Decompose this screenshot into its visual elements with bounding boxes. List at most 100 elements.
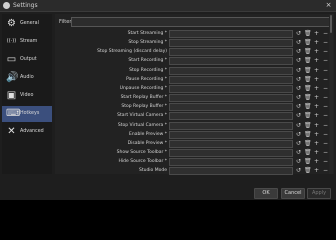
revert-icon[interactable]: ↺	[295, 102, 302, 111]
hotkey-input[interactable]	[169, 39, 293, 48]
trash-icon[interactable]: 🗑	[304, 47, 312, 56]
revert-icon[interactable]: ↺	[295, 121, 302, 130]
trash-icon[interactable]: 🗑	[304, 157, 312, 166]
minus-icon[interactable]: −	[322, 139, 329, 148]
minus-icon[interactable]: −	[322, 102, 329, 111]
revert-icon[interactable]: ↺	[295, 166, 302, 175]
scrollbar-thumb[interactable]	[330, 15, 332, 33]
minus-icon[interactable]: −	[322, 148, 329, 157]
plus-icon[interactable]: +	[313, 148, 320, 157]
plus-icon[interactable]: +	[313, 47, 320, 56]
hotkey-row: Stop Replay Buffer * ↺ 🗑 + −	[55, 102, 334, 112]
hotkey-input[interactable]	[169, 94, 293, 103]
minus-icon[interactable]: −	[322, 66, 329, 75]
hotkey-input[interactable]	[169, 121, 293, 130]
hotkey-input[interactable]	[169, 66, 293, 75]
revert-icon[interactable]: ↺	[295, 130, 302, 139]
sidebar-item-advanced[interactable]: ✕ Advanced	[2, 124, 52, 140]
plus-icon[interactable]: +	[313, 121, 320, 130]
revert-icon[interactable]: ↺	[295, 111, 302, 120]
revert-icon[interactable]: ↺	[295, 38, 302, 47]
plus-icon[interactable]: +	[313, 29, 320, 38]
hotkey-input[interactable]	[169, 57, 293, 66]
trash-icon[interactable]: 🗑	[304, 111, 312, 120]
trash-icon[interactable]: 🗑	[304, 148, 312, 157]
minus-icon[interactable]: −	[322, 157, 329, 166]
sidebar-item-output[interactable]: ▭ Output	[2, 52, 52, 68]
trash-icon[interactable]: 🗑	[304, 84, 312, 93]
trash-icon[interactable]: 🗑	[304, 139, 312, 148]
revert-icon[interactable]: ↺	[295, 56, 302, 65]
revert-icon[interactable]: ↺	[295, 84, 302, 93]
plus-icon[interactable]: +	[313, 38, 320, 47]
sidebar-item-general[interactable]: ⚙ General	[2, 16, 52, 32]
sidebar-item-stream[interactable]: ((·)) Stream	[2, 34, 52, 50]
sidebar-item-audio[interactable]: 🔊 Audio	[2, 70, 52, 86]
ok-button[interactable]: OK	[254, 188, 278, 199]
hotkey-input[interactable]	[169, 167, 293, 176]
minus-icon[interactable]: −	[322, 75, 329, 84]
revert-icon[interactable]: ↺	[295, 47, 302, 56]
obs-app-icon	[3, 2, 10, 9]
cancel-button[interactable]: Cancel	[281, 188, 305, 199]
trash-icon[interactable]: 🗑	[304, 75, 312, 84]
plus-icon[interactable]: +	[313, 93, 320, 102]
hotkey-input[interactable]	[169, 139, 293, 148]
plus-icon[interactable]: +	[313, 139, 320, 148]
apply-button[interactable]: Apply	[307, 188, 331, 199]
hotkey-row: Show Source Toolbar * ↺ 🗑 + −	[55, 148, 334, 157]
revert-icon[interactable]: ↺	[295, 157, 302, 166]
plus-icon[interactable]: +	[313, 84, 320, 93]
trash-icon[interactable]: 🗑	[304, 121, 312, 130]
plus-icon[interactable]: +	[313, 157, 320, 166]
sidebar-item-hotkeys[interactable]: ⌨ Hotkeys	[2, 106, 52, 122]
revert-icon[interactable]: ↺	[295, 139, 302, 148]
trash-icon[interactable]: 🗑	[304, 38, 312, 47]
revert-icon[interactable]: ↺	[295, 75, 302, 84]
plus-icon[interactable]: +	[313, 66, 320, 75]
trash-icon[interactable]: 🗑	[304, 102, 312, 111]
minus-icon[interactable]: −	[322, 84, 329, 93]
hotkey-input[interactable]	[169, 75, 293, 84]
revert-icon[interactable]: ↺	[295, 93, 302, 102]
minus-icon[interactable]: −	[322, 56, 329, 65]
trash-icon[interactable]: 🗑	[304, 56, 312, 65]
output-icon: ▭	[6, 54, 17, 65]
revert-icon[interactable]: ↺	[295, 29, 302, 38]
filter-input[interactable]	[71, 17, 332, 27]
minus-icon[interactable]: −	[322, 166, 329, 175]
plus-icon[interactable]: +	[313, 56, 320, 65]
hotkey-label: Stop Streaming *	[128, 40, 167, 46]
minus-icon[interactable]: −	[322, 130, 329, 139]
hotkey-input[interactable]	[169, 103, 293, 112]
minus-icon[interactable]: −	[322, 111, 329, 120]
plus-icon[interactable]: +	[313, 75, 320, 84]
hotkey-input[interactable]	[169, 112, 293, 121]
trash-icon[interactable]: 🗑	[304, 130, 312, 139]
close-icon[interactable]: ×	[322, 1, 335, 10]
hotkey-input[interactable]	[169, 158, 293, 167]
hotkey-input[interactable]	[169, 48, 293, 57]
trash-icon[interactable]: 🗑	[304, 66, 312, 75]
minus-icon[interactable]: −	[322, 47, 329, 56]
hotkey-input[interactable]	[169, 148, 293, 157]
plus-icon[interactable]: +	[313, 111, 320, 120]
scrollbar[interactable]	[329, 14, 333, 174]
revert-icon[interactable]: ↺	[295, 66, 302, 75]
plus-icon[interactable]: +	[313, 130, 320, 139]
plus-icon[interactable]: +	[313, 102, 320, 111]
hotkey-input[interactable]	[169, 84, 293, 93]
minus-icon[interactable]: −	[322, 93, 329, 102]
trash-icon[interactable]: 🗑	[304, 166, 312, 175]
minus-icon[interactable]: −	[322, 38, 329, 47]
trash-icon[interactable]: 🗑	[304, 93, 312, 102]
hotkey-label: Stop Replay Buffer *	[121, 104, 167, 110]
hotkey-input[interactable]	[169, 130, 293, 139]
revert-icon[interactable]: ↺	[295, 148, 302, 157]
minus-icon[interactable]: −	[322, 29, 329, 38]
sidebar-item-video[interactable]: ▣ Video	[2, 88, 52, 104]
hotkey-input[interactable]	[169, 30, 293, 38]
trash-icon[interactable]: 🗑	[304, 29, 312, 38]
plus-icon[interactable]: +	[313, 166, 320, 175]
minus-icon[interactable]: −	[322, 121, 329, 130]
